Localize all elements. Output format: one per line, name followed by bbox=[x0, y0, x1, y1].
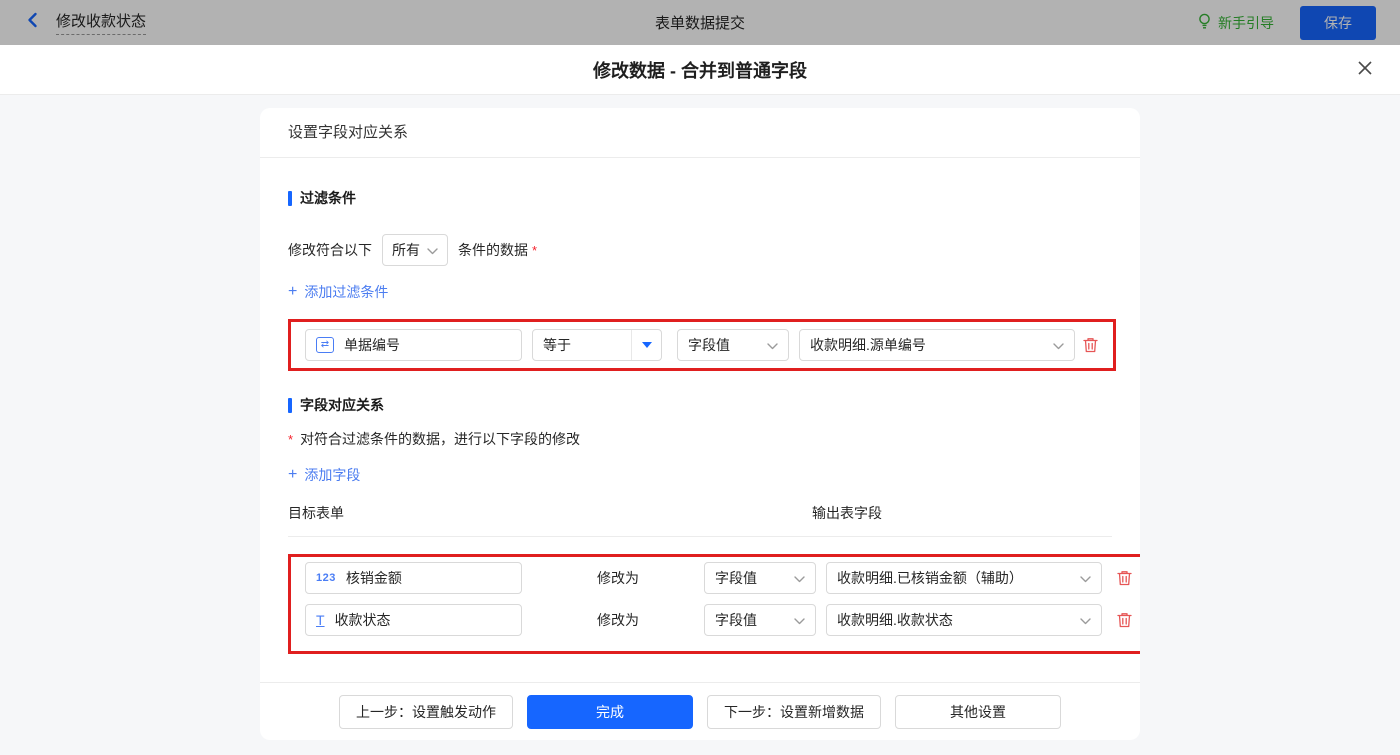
mapping-section-title: 字段对应关系 bbox=[288, 395, 1112, 415]
section-bar bbox=[288, 397, 292, 413]
add-field-link[interactable]: + 添加字段 bbox=[288, 465, 360, 485]
scope-select[interactable]: 所有 bbox=[382, 234, 448, 266]
modal-header: 修改数据 - 合并到普通字段 bbox=[0, 45, 1400, 95]
modal-dim-overlay bbox=[0, 0, 1400, 45]
highlight-box-filter: ⇄ 单据编号 等于 字段值 收款明细.源单编号 bbox=[288, 319, 1116, 371]
trash-icon[interactable] bbox=[1116, 569, 1133, 587]
chevron-down-icon bbox=[794, 570, 805, 586]
chevron-down-icon bbox=[1053, 337, 1064, 353]
target-field-chip[interactable]: 123 核销金额 bbox=[305, 562, 522, 594]
other-settings-button[interactable]: 其他设置 bbox=[895, 694, 1061, 729]
column-target-form: 目标表单 bbox=[288, 505, 344, 521]
modify-to-label: 修改为 bbox=[597, 570, 639, 586]
chevron-down-icon bbox=[427, 242, 438, 258]
value-type-select[interactable]: 字段值 bbox=[704, 562, 816, 594]
previous-step-button[interactable]: 上一步：设置触发动作 bbox=[339, 694, 513, 729]
modal-body: 设置字段对应关系 过滤条件 修改符合以下 所有 条件的数据 * + 添加过滤条件… bbox=[0, 95, 1400, 755]
filter-field-chip[interactable]: ⇄ 单据编号 bbox=[305, 329, 522, 361]
output-field-select[interactable]: 收款明细.收款状态 bbox=[826, 604, 1102, 636]
scope-prefix: 修改符合以下 bbox=[288, 242, 372, 258]
settings-panel: 设置字段对应关系 过滤条件 修改符合以下 所有 条件的数据 * + 添加过滤条件… bbox=[260, 108, 1140, 740]
dropdown-caret-icon bbox=[631, 330, 661, 360]
trash-icon[interactable] bbox=[1116, 611, 1133, 629]
wizard-footer: 上一步：设置触发动作 完成 下一步：设置新增数据 其他设置 bbox=[260, 682, 1140, 740]
top-bar: 修改收款状态 表单数据提交 新手引导 保存 bbox=[0, 0, 1400, 45]
chevron-down-icon bbox=[1080, 612, 1091, 628]
next-step-button[interactable]: 下一步：设置新增数据 bbox=[707, 694, 881, 729]
close-icon[interactable] bbox=[1356, 59, 1374, 77]
mapping-table-header: 目标表单 输出表字段 bbox=[288, 503, 1112, 537]
modify-to-label: 修改为 bbox=[597, 612, 639, 628]
column-output-field: 输出表字段 bbox=[812, 505, 882, 521]
scope-suffix: 条件的数据 bbox=[458, 242, 528, 258]
value-type-select[interactable]: 字段值 bbox=[677, 329, 789, 361]
output-field-select[interactable]: 收款明细.已核销金额（辅助） bbox=[826, 562, 1102, 594]
done-button[interactable]: 完成 bbox=[527, 694, 693, 729]
filter-section-title: 过滤条件 bbox=[288, 188, 1112, 208]
highlight-box-mapping: 123 核销金额 修改为 字段值 收款明细.已核销金额（辅助） T 收款状态 修… bbox=[288, 554, 1140, 654]
mapping-row: T 收款状态 修改为 字段值 收款明细.收款状态 bbox=[305, 604, 1133, 636]
required-asterisk: * bbox=[532, 242, 538, 258]
section-bar bbox=[288, 190, 292, 206]
required-asterisk: * bbox=[288, 431, 294, 447]
panel-header: 设置字段对应关系 bbox=[260, 108, 1140, 158]
value-type-select[interactable]: 字段值 bbox=[704, 604, 816, 636]
add-filter-condition-link[interactable]: + 添加过滤条件 bbox=[288, 282, 388, 302]
value-field-select[interactable]: 收款明细.源单编号 bbox=[799, 329, 1075, 361]
chevron-down-icon bbox=[1080, 570, 1091, 586]
chevron-down-icon bbox=[794, 612, 805, 628]
mapping-row: 123 核销金额 修改为 字段值 收款明细.已核销金额（辅助） bbox=[305, 562, 1133, 594]
target-field-chip[interactable]: T 收款状态 bbox=[305, 604, 522, 636]
chevron-down-icon bbox=[767, 337, 778, 353]
operator-select[interactable]: 等于 bbox=[532, 329, 662, 361]
serial-number-icon: ⇄ bbox=[316, 337, 334, 353]
text-field-icon: T bbox=[316, 612, 325, 628]
trash-icon[interactable] bbox=[1082, 336, 1099, 354]
modal-title: 修改数据 - 合并到普通字段 bbox=[593, 60, 807, 81]
filter-scope-row: 修改符合以下 所有 条件的数据 * bbox=[288, 234, 1112, 266]
plus-icon: + bbox=[288, 466, 298, 483]
mapping-note: * 对符合过滤条件的数据，进行以下字段的修改 bbox=[288, 431, 581, 447]
number-field-icon: 123 bbox=[316, 572, 336, 584]
plus-icon: + bbox=[288, 283, 298, 300]
